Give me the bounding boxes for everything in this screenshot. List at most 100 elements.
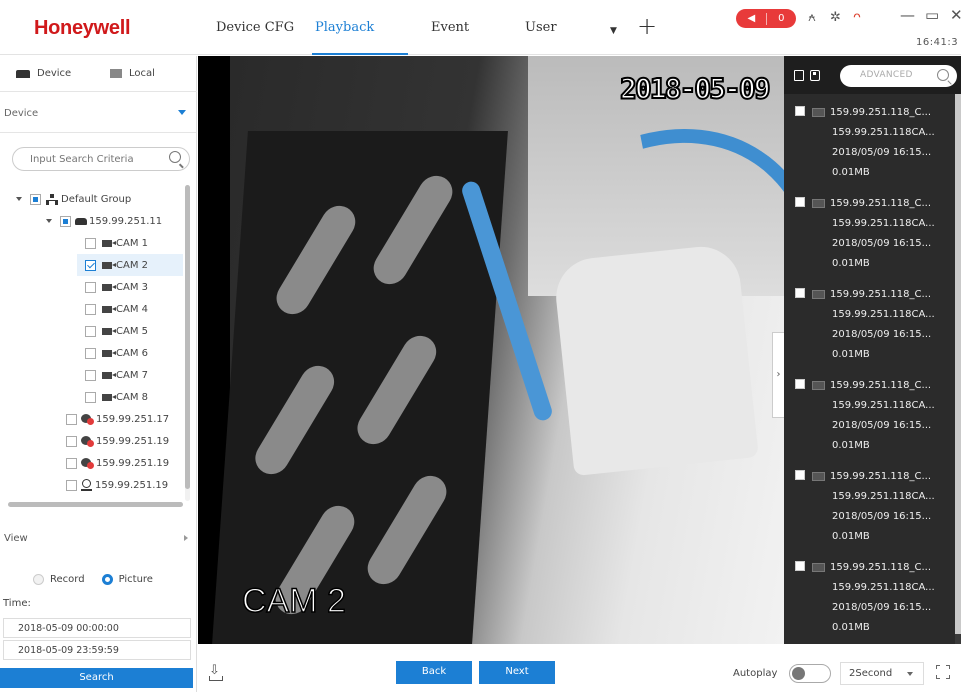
alarm-badge[interactable]: ◀ 0 [736, 9, 796, 28]
checkbox[interactable] [66, 435, 77, 447]
radio-dot[interactable] [33, 574, 44, 585]
tree-cam[interactable]: CAM 6 [85, 342, 148, 364]
view-section[interactable]: View [4, 533, 192, 544]
tree-cam[interactable]: CAM 5 [85, 320, 148, 342]
file-list-toolbar: ADVANCED [784, 56, 961, 94]
main-tabs: Device CFG Playback Event User [206, 0, 585, 55]
file-item[interactable]: 159.99.251.118_C... 159.99.251.118CA... … [784, 462, 954, 548]
add-tab-button[interactable]: + [637, 12, 657, 40]
video-player[interactable]: 2018-05-09 CAM 2 [198, 56, 784, 644]
tree-cam[interactable]: CAM 4 [85, 298, 148, 320]
tree-nvr[interactable]: 159.99.251.11 [46, 210, 162, 232]
chevron-down-icon [907, 672, 913, 676]
next-button[interactable]: Next [479, 661, 555, 684]
search-button[interactable]: Search [0, 668, 193, 688]
radio-record[interactable]: Record [33, 574, 85, 585]
maximize-icon[interactable]: ▭ [925, 6, 939, 24]
tree-cam[interactable]: CAM 8 [85, 386, 148, 408]
user-icon[interactable]: ⍲ [808, 10, 816, 25]
file-item[interactable]: 159.99.251.118_C... 159.99.251.118CA... … [784, 280, 954, 366]
time-label: Time: [3, 598, 31, 609]
device-select[interactable]: Device [4, 108, 38, 119]
tree-cam-selected[interactable]: CAM 2 [77, 254, 183, 276]
offline-device-icon [81, 413, 94, 425]
tree-device-offline[interactable]: 159.99.251.19 [66, 430, 169, 452]
chevron-right-icon[interactable] [184, 535, 188, 541]
checkbox[interactable] [30, 193, 41, 205]
tree-horizontal-scrollbar[interactable] [8, 502, 183, 507]
window-icon[interactable] [794, 70, 804, 81]
start-time-field[interactable]: 2018-05-09 00:00:00 [3, 618, 191, 638]
tree-device-offline[interactable]: 159.99.251.17 [66, 408, 169, 430]
video-detail [270, 199, 362, 321]
interval-select[interactable]: 2Second [840, 662, 924, 685]
checkbox[interactable] [85, 369, 96, 381]
tab-device-cfg[interactable]: Device CFG [206, 0, 312, 55]
tab-device-source[interactable]: Device [16, 68, 71, 79]
group-icon [46, 193, 58, 205]
top-header: Honeywell Device CFG Playback Event User… [0, 0, 961, 55]
chevron-down-icon[interactable] [178, 110, 186, 115]
tab-local-source[interactable]: Local [110, 68, 155, 79]
tree-vertical-scrollbar[interactable] [185, 185, 190, 501]
tree-cam[interactable]: CAM 3 [85, 276, 148, 298]
advanced-search[interactable]: ADVANCED [840, 65, 957, 87]
fullscreen-icon[interactable] [936, 665, 950, 679]
tree-device[interactable]: 159.99.251.19 [66, 474, 168, 494]
checkbox[interactable] [795, 470, 805, 480]
autoplay-toggle[interactable] [789, 664, 831, 683]
expand-icon[interactable] [46, 219, 52, 223]
checkbox[interactable] [85, 347, 96, 359]
checkbox[interactable] [85, 325, 96, 337]
file-item[interactable]: 159.99.251.118_C... 159.99.251.118CA... … [784, 189, 954, 275]
collapse-panel-button[interactable]: › [772, 332, 784, 418]
minimize-icon[interactable]: — [900, 6, 915, 24]
checkbox[interactable] [795, 379, 805, 389]
back-button[interactable]: Back [396, 661, 472, 684]
device-search[interactable] [12, 147, 190, 171]
checkbox[interactable] [66, 479, 77, 491]
checkbox[interactable] [85, 303, 96, 315]
tree-cam[interactable]: CAM 1 [85, 232, 148, 254]
file-list-scrollbar[interactable] [955, 94, 961, 644]
file-item[interactable]: 159.99.251.118_C... 159.99.251.118CA... … [784, 553, 954, 639]
download-icon[interactable] [209, 663, 223, 681]
camera-icon [102, 393, 116, 401]
tab-user[interactable]: User [505, 0, 585, 55]
scrollbar-thumb[interactable] [185, 185, 190, 489]
checkbox[interactable] [60, 215, 71, 227]
expand-icon[interactable] [16, 197, 22, 201]
search-icon[interactable] [169, 151, 181, 163]
scrollbar-thumb[interactable] [955, 94, 961, 634]
checkbox[interactable] [85, 391, 96, 403]
device-panel: Device Local Device Default Group 159.99… [0, 56, 197, 692]
checkbox[interactable] [795, 288, 805, 298]
checkbox[interactable] [85, 259, 96, 271]
checkbox[interactable] [795, 197, 805, 207]
tree-device-offline[interactable]: 159.99.251.19 [66, 452, 169, 474]
file-item[interactable]: 159.99.251.118_C... 159.99.251.118CA... … [784, 371, 954, 457]
offline-device-icon [81, 457, 94, 469]
tab-event[interactable]: Event [408, 0, 505, 55]
tree-cam[interactable]: CAM 7 [85, 364, 148, 386]
search-input[interactable] [30, 148, 170, 170]
checkbox[interactable] [66, 413, 77, 425]
checkbox[interactable] [85, 237, 96, 249]
save-icon[interactable] [810, 70, 820, 81]
chevron-down-icon[interactable]: ▼ [610, 26, 617, 36]
close-icon[interactable]: ✕ [950, 6, 961, 24]
radio-picture[interactable]: Picture [101, 574, 153, 585]
file-item[interactable]: 159.99.251.118_C... 159.99.251.118CA... … [784, 98, 954, 184]
checkbox[interactable] [795, 561, 805, 571]
tree-group-default[interactable]: Default Group [16, 188, 131, 210]
location-icon [81, 479, 92, 491]
search-icon[interactable] [937, 69, 949, 81]
checkbox[interactable] [795, 106, 805, 116]
checkbox[interactable] [66, 457, 77, 469]
tab-playback[interactable]: Playback [312, 0, 408, 55]
gear-icon[interactable]: ✲ [830, 10, 841, 25]
performance-icon[interactable]: ᴖ [853, 10, 861, 25]
end-time-field[interactable]: 2018-05-09 23:59:59 [3, 640, 191, 660]
checkbox[interactable] [85, 281, 96, 293]
radio-dot[interactable] [101, 574, 113, 585]
